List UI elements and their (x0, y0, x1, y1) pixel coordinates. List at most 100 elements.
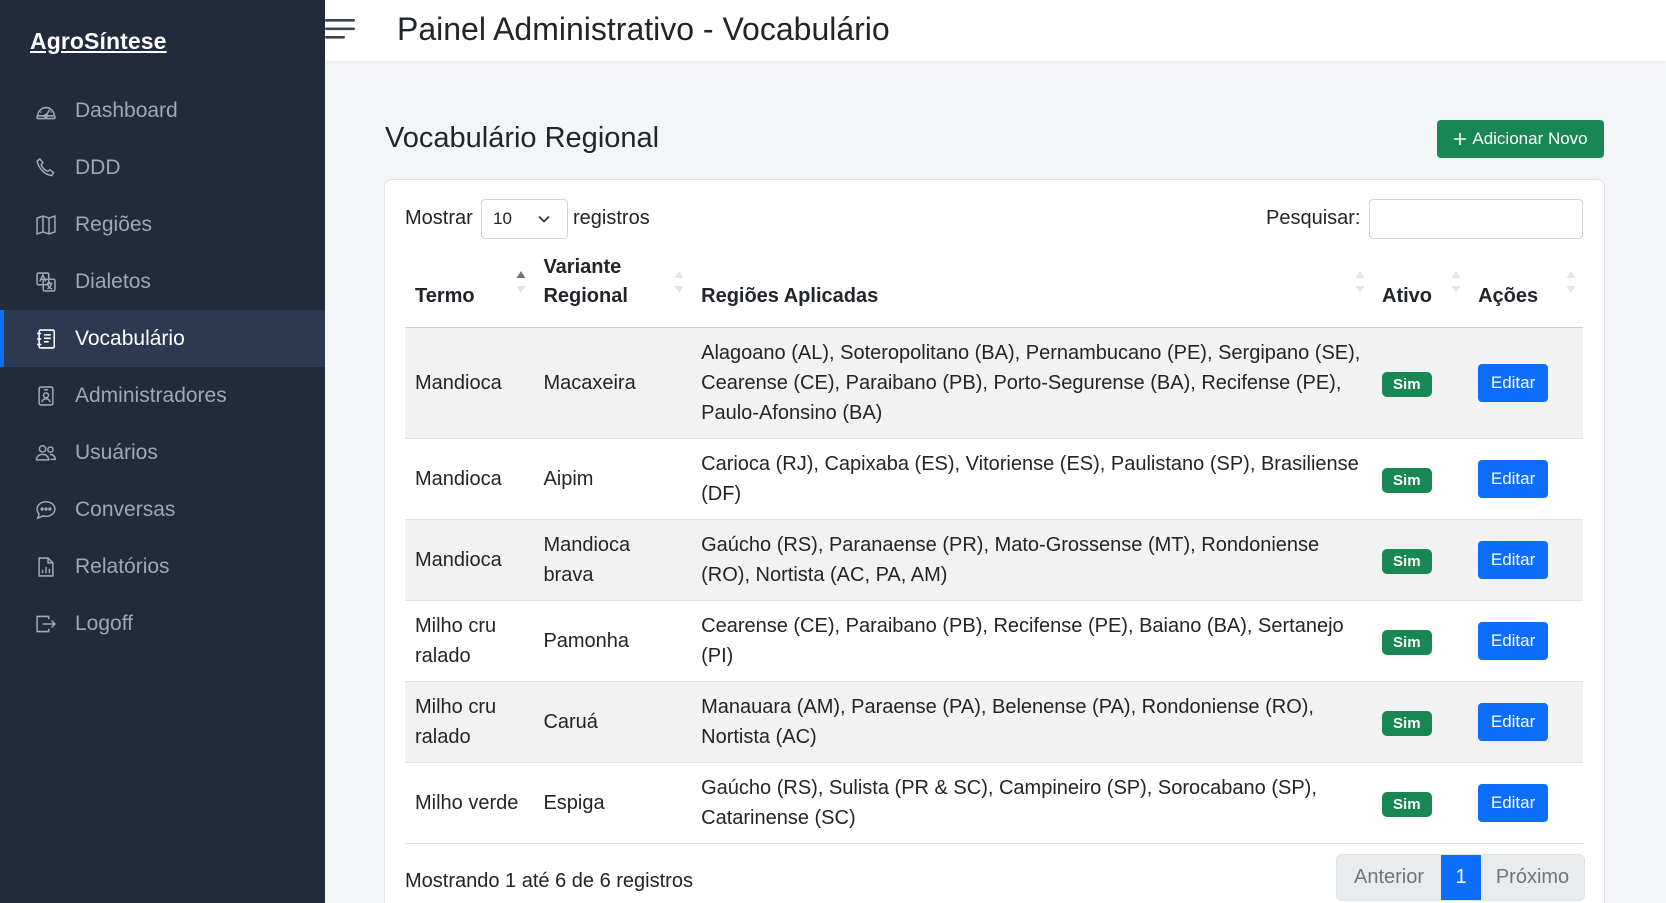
sidebar-item-usuarios[interactable]: Usuários (0, 424, 325, 481)
chat-dots-icon (35, 499, 57, 521)
hamburger-menu-icon[interactable] (325, 16, 357, 42)
edit-button[interactable]: Editar (1478, 621, 1549, 660)
vocabulary-table: Termo Variante Regional Regiões Aplicada… (405, 250, 1583, 844)
sidebar-item-label: Dashboard (75, 98, 178, 122)
status-badge: Sim (1382, 467, 1432, 493)
phone-icon (35, 157, 57, 179)
sidebar-item-regioes[interactable]: Regiões (0, 196, 325, 253)
status-badge: Sim (1382, 791, 1432, 817)
cell-acoes: Editar (1468, 600, 1583, 682)
column-header-ativo[interactable]: Ativo (1372, 250, 1469, 328)
brand-logo[interactable]: AgroSíntese (30, 28, 167, 55)
box-arrow-right-icon (35, 613, 57, 635)
journal-text-icon (35, 328, 57, 350)
sidebar-item-vocabulario[interactable]: Vocabulário (0, 310, 325, 367)
status-badge: Sim (1382, 371, 1432, 397)
cell-acoes: Editar (1468, 681, 1583, 763)
sidebar-nav: Dashboard DDD Regiões Dialetos Vocabulár… (0, 82, 325, 652)
sidebar-item-label: Relatórios (75, 554, 170, 578)
edit-button[interactable]: Editar (1478, 702, 1549, 741)
sidebar-item-conversas[interactable]: Conversas (0, 481, 325, 538)
status-badge: Sim (1382, 710, 1432, 736)
sort-asc-icon (516, 270, 526, 293)
sidebar-item-logoff[interactable]: Logoff (0, 595, 325, 652)
table-row: Mandioca Mandioca brava Gaúcho (RS), Par… (405, 519, 1583, 601)
sidebar-item-dashboard[interactable]: Dashboard (0, 82, 325, 139)
sidebar-item-label: Administradores (75, 383, 227, 407)
search-label: Pesquisar: (1266, 207, 1361, 229)
add-new-label: Adicionar Novo (1472, 129, 1588, 148)
edit-button[interactable]: Editar (1478, 363, 1549, 402)
people-icon (35, 442, 57, 464)
length-suffix: registros (573, 207, 650, 229)
cell-variante: Caruá (533, 681, 692, 763)
cell-termo: Milho verde (405, 762, 534, 844)
table-row: Milho verde Espiga Gaúcho (RS), Sulista … (405, 762, 1583, 844)
edit-button[interactable]: Editar (1478, 540, 1549, 579)
cell-regioes: Alagoano (AL), Soteropolitano (BA), Pern… (691, 327, 1373, 439)
cell-variante: Aipim (533, 438, 692, 520)
cell-regioes: Gaúcho (RS), Sulista (PR & SC), Campinei… (691, 762, 1373, 844)
cell-variante: Mandioca brava (533, 519, 692, 601)
table-header-row: Termo Variante Regional Regiões Aplicada… (405, 250, 1583, 328)
column-header-acoes[interactable]: Ações (1468, 250, 1583, 328)
cell-regioes: Manauara (AM), Paraense (PA), Belenense … (691, 681, 1373, 763)
sidebar-item-dialetos[interactable]: Dialetos (0, 253, 325, 310)
cell-regioes: Cearense (CE), Paraibano (PB), Recifense… (691, 600, 1373, 682)
cell-acoes: Editar (1468, 519, 1583, 601)
speedometer-icon (35, 100, 57, 122)
sidebar-item-administradores[interactable]: Administradores (0, 367, 325, 424)
plus-icon (1454, 133, 1467, 145)
page-title: Painel Administrativo - Vocabulário (397, 11, 890, 47)
cell-variante: Pamonha (533, 600, 692, 682)
cell-variante: Macaxeira (533, 327, 692, 439)
sidebar-item-label: Conversas (75, 497, 176, 521)
edit-button[interactable]: Editar (1478, 459, 1549, 498)
pagination-next[interactable]: Próximo (1481, 855, 1584, 900)
add-new-button[interactable]: Adicionar Novo (1437, 120, 1604, 158)
cell-ativo: Sim (1372, 681, 1469, 763)
status-badge: Sim (1382, 629, 1432, 655)
cell-termo: Mandioca (405, 519, 534, 601)
sidebar-item-label: Regiões (75, 212, 153, 236)
pagination-previous[interactable]: Anterior (1337, 855, 1441, 900)
cell-termo: Milho cru ralado (405, 600, 534, 682)
sidebar-item-relatorios[interactable]: Relatórios (0, 538, 325, 595)
cell-acoes: Editar (1468, 327, 1583, 439)
cell-acoes: Editar (1468, 438, 1583, 520)
table-row: Mandioca Aipim Carioca (RJ), Capixaba (E… (405, 438, 1583, 520)
person-badge-icon (35, 385, 57, 407)
edit-button[interactable]: Editar (1478, 783, 1549, 822)
sort-icon (1451, 270, 1461, 293)
column-header-variante[interactable]: Variante Regional (533, 250, 692, 328)
sidebar: AgroSíntese Dashboard DDD Regiões Dialet… (0, 0, 325, 903)
sidebar-item-label: Dialetos (75, 269, 151, 293)
sort-icon (674, 270, 684, 293)
table-info: Mostrando 1 até 6 de 6 registros (405, 870, 693, 892)
column-header-regioes[interactable]: Regiões Aplicadas (691, 250, 1373, 328)
column-header-termo[interactable]: Termo (405, 250, 534, 328)
cell-regioes: Carioca (RJ), Capixaba (ES), Vitoriense … (691, 438, 1373, 520)
pagination-page-1[interactable]: 1 (1441, 855, 1481, 900)
sort-icon (1566, 270, 1576, 293)
pagination: Anterior 1 Próximo (1336, 854, 1585, 901)
cell-ativo: Sim (1372, 519, 1469, 601)
table-row: Milho cru ralado Pamonha Cearense (CE), … (405, 600, 1583, 682)
chevron-down-icon (538, 215, 550, 223)
table-row: Milho cru ralado Caruá Manauara (AM), Pa… (405, 681, 1583, 763)
sidebar-item-label: Logoff (75, 611, 134, 635)
cell-termo: Mandioca (405, 327, 534, 439)
sidebar-item-label: DDD (75, 155, 121, 179)
page-length-select[interactable]: 10 (481, 199, 568, 239)
sort-icon (1355, 270, 1365, 293)
map-icon (35, 214, 57, 236)
section-heading: Vocabulário Regional (385, 122, 660, 154)
cell-ativo: Sim (1372, 762, 1469, 844)
cell-termo: Mandioca (405, 438, 534, 520)
file-bar-chart-icon (35, 556, 57, 578)
page-length-value: 10 (493, 209, 512, 228)
search-input[interactable] (1369, 199, 1583, 239)
length-label: Mostrar (405, 207, 473, 229)
sidebar-item-ddd[interactable]: DDD (0, 139, 325, 196)
status-badge: Sim (1382, 548, 1432, 574)
